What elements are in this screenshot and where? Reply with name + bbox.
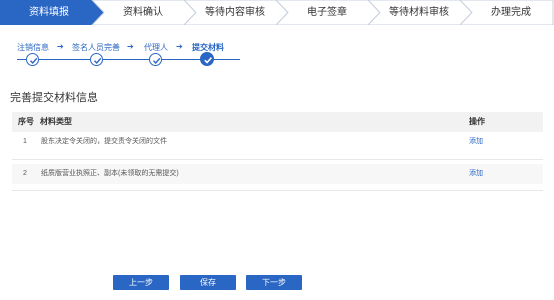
row-divider <box>12 190 543 191</box>
check-icon <box>200 52 214 66</box>
save-button[interactable]: 保存 <box>180 275 236 290</box>
table-row: 1 股东决定令关闭的，提交责令关闭的文件 添加 <box>12 132 543 152</box>
substep-label-signers[interactable]: 签名人员完善 <box>72 42 120 53</box>
progress-bar: 资料填报 资料确认 等待内容审核 电子签章 等待材料审核 办理完成 <box>0 0 554 25</box>
table-header: 序号 材料类型 操作 <box>12 112 543 132</box>
materials-table: 序号 材料类型 操作 1 股东决定令关闭的，提交责令关闭的文件 添加 2 纸质版… <box>12 112 543 191</box>
progress-step-5-label: 等待材料审核 <box>389 7 449 18</box>
column-header-index: 序号 <box>18 117 34 126</box>
arrow-right-icon: ➔ <box>127 42 134 51</box>
add-material-link[interactable]: 添加 <box>469 164 483 184</box>
column-header-action: 操作 <box>469 117 485 126</box>
arrow-right-icon: ➔ <box>57 42 64 51</box>
add-material-link[interactable]: 添加 <box>469 132 483 152</box>
progress-step-3-label: 等待内容审核 <box>205 7 265 18</box>
column-header-type: 材料类型 <box>40 117 72 126</box>
row-index: 2 <box>23 170 27 177</box>
row-material-type: 股东决定令关闭的，提交责令关闭的文件 <box>41 138 167 145</box>
progress-step-6-label: 办理完成 <box>491 7 531 18</box>
check-icon <box>26 53 39 66</box>
substep-label-cancel-info[interactable]: 注销信息 <box>17 42 49 53</box>
check-icon <box>90 53 103 66</box>
row-index: 1 <box>23 138 27 145</box>
row-material-type: 纸质版营业执照正、副本(未领取的无需提交) <box>41 170 179 177</box>
progress-step-1-label: 资料填报 <box>29 7 69 18</box>
progress-step-4-label: 电子签章 <box>307 7 347 18</box>
progress-step-2-label: 资料确认 <box>123 7 163 18</box>
row-divider <box>12 159 543 160</box>
section-title: 完善提交材料信息 <box>10 92 98 104</box>
check-icon <box>149 53 162 66</box>
table-row: 2 纸质版营业执照正、副本(未领取的无需提交) 添加 <box>12 164 543 184</box>
arrow-right-icon: ➔ <box>176 42 183 51</box>
next-step-button[interactable]: 下一步 <box>246 275 302 290</box>
substep-label-agent[interactable]: 代理人 <box>144 42 168 53</box>
prev-step-button[interactable]: 上一步 <box>113 275 169 290</box>
